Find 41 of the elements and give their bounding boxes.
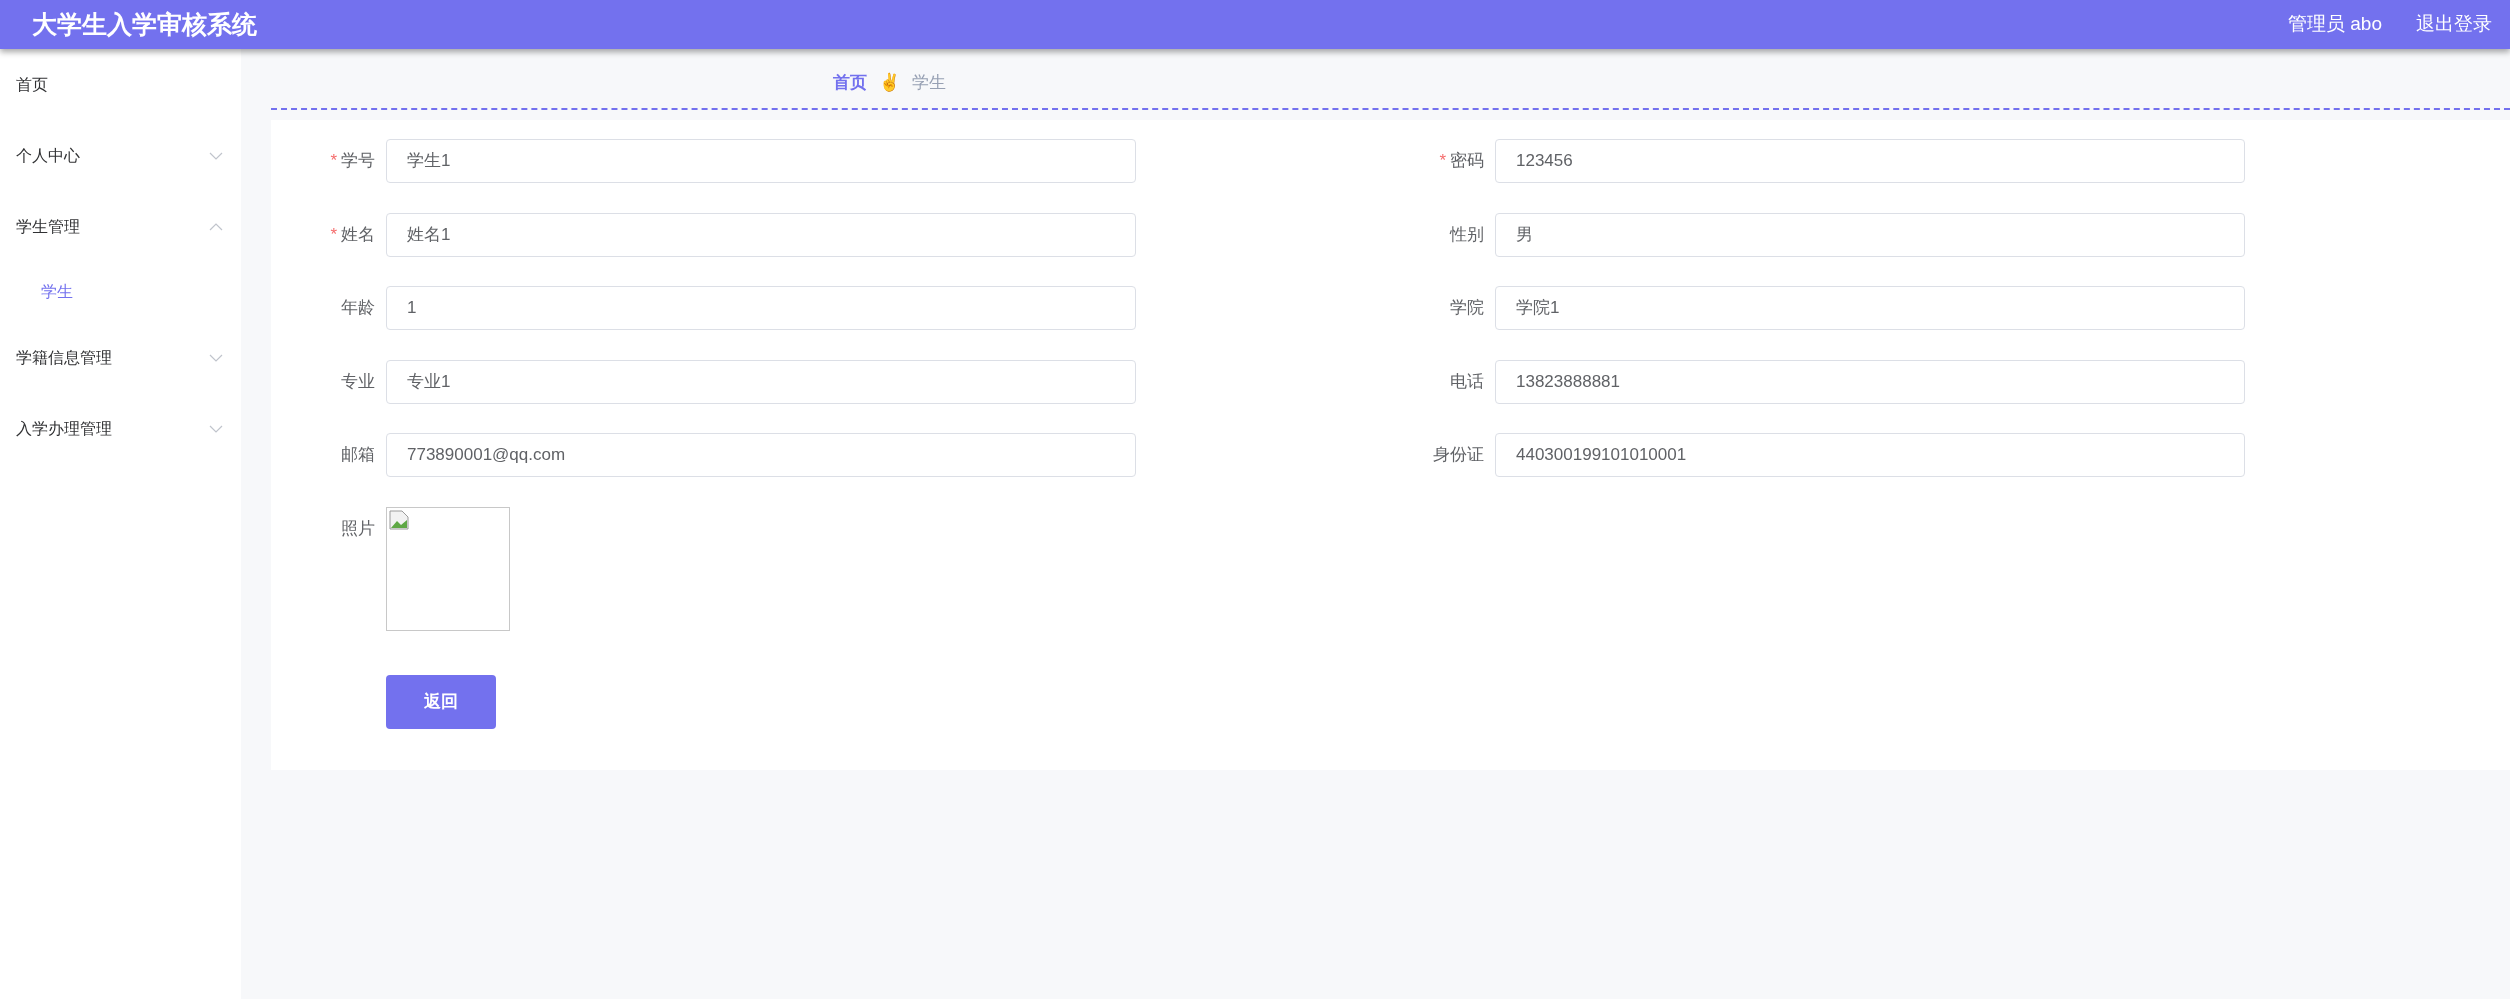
field-label: 专业: [341, 370, 375, 393]
breadcrumb-separator: ✌: [879, 71, 900, 94]
breadcrumb-item[interactable]: 首页: [833, 69, 867, 96]
field-label: 学号: [341, 150, 375, 173]
required-mark: *: [1439, 150, 1446, 173]
back-button[interactable]: 返回: [386, 674, 496, 729]
field-label: 身份证: [1433, 444, 1484, 467]
sidebar-item[interactable]: 学生管理: [0, 191, 241, 262]
required-mark: *: [330, 150, 337, 173]
app-title: 大学生入学审核系统: [32, 8, 257, 40]
chevron-down-icon: [209, 151, 223, 160]
field-label: 姓名: [341, 223, 375, 246]
sidebar-item[interactable]: 个人中心: [0, 120, 241, 191]
input-field[interactable]: 学生1: [386, 139, 1136, 183]
field-label: 学院: [1450, 297, 1484, 320]
logout-link[interactable]: 退出登录: [2416, 10, 2492, 39]
chevron-down-icon: [209, 424, 223, 433]
sidebar-item[interactable]: 学籍信息管理: [0, 322, 241, 393]
sidebar-item[interactable]: 入学办理管理: [0, 393, 241, 464]
input-field[interactable]: 773890001@qq.com: [386, 433, 1136, 477]
broken-image-icon: [389, 509, 409, 530]
field-label: 邮箱: [341, 444, 375, 467]
input-field[interactable]: 男: [1495, 212, 2245, 257]
input-field[interactable]: 440300199101010001: [1495, 433, 2245, 477]
field-label: 电话: [1450, 370, 1484, 393]
user-name: 管理员 abo: [2288, 12, 2382, 37]
input-field[interactable]: 姓名1: [386, 212, 1136, 257]
input-field[interactable]: 专业1: [386, 359, 1136, 404]
sidebar-item[interactable]: 首页: [0, 49, 241, 120]
sidebar-subitem[interactable]: 学生: [0, 262, 241, 322]
input-field[interactable]: 1: [386, 286, 1136, 330]
field-label: 照片: [341, 517, 375, 540]
input-field[interactable]: 13823888881: [1495, 359, 2245, 404]
required-mark: *: [330, 223, 337, 246]
input-field[interactable]: 学院1: [1495, 286, 2245, 330]
chevron-down-icon: [209, 353, 223, 362]
chevron-up-icon: [209, 222, 223, 231]
field-label: 密码: [1450, 150, 1484, 173]
input-field[interactable]: 123456: [1495, 139, 2245, 183]
field-label: 年龄: [341, 297, 375, 320]
field-label: 性别: [1450, 223, 1484, 246]
